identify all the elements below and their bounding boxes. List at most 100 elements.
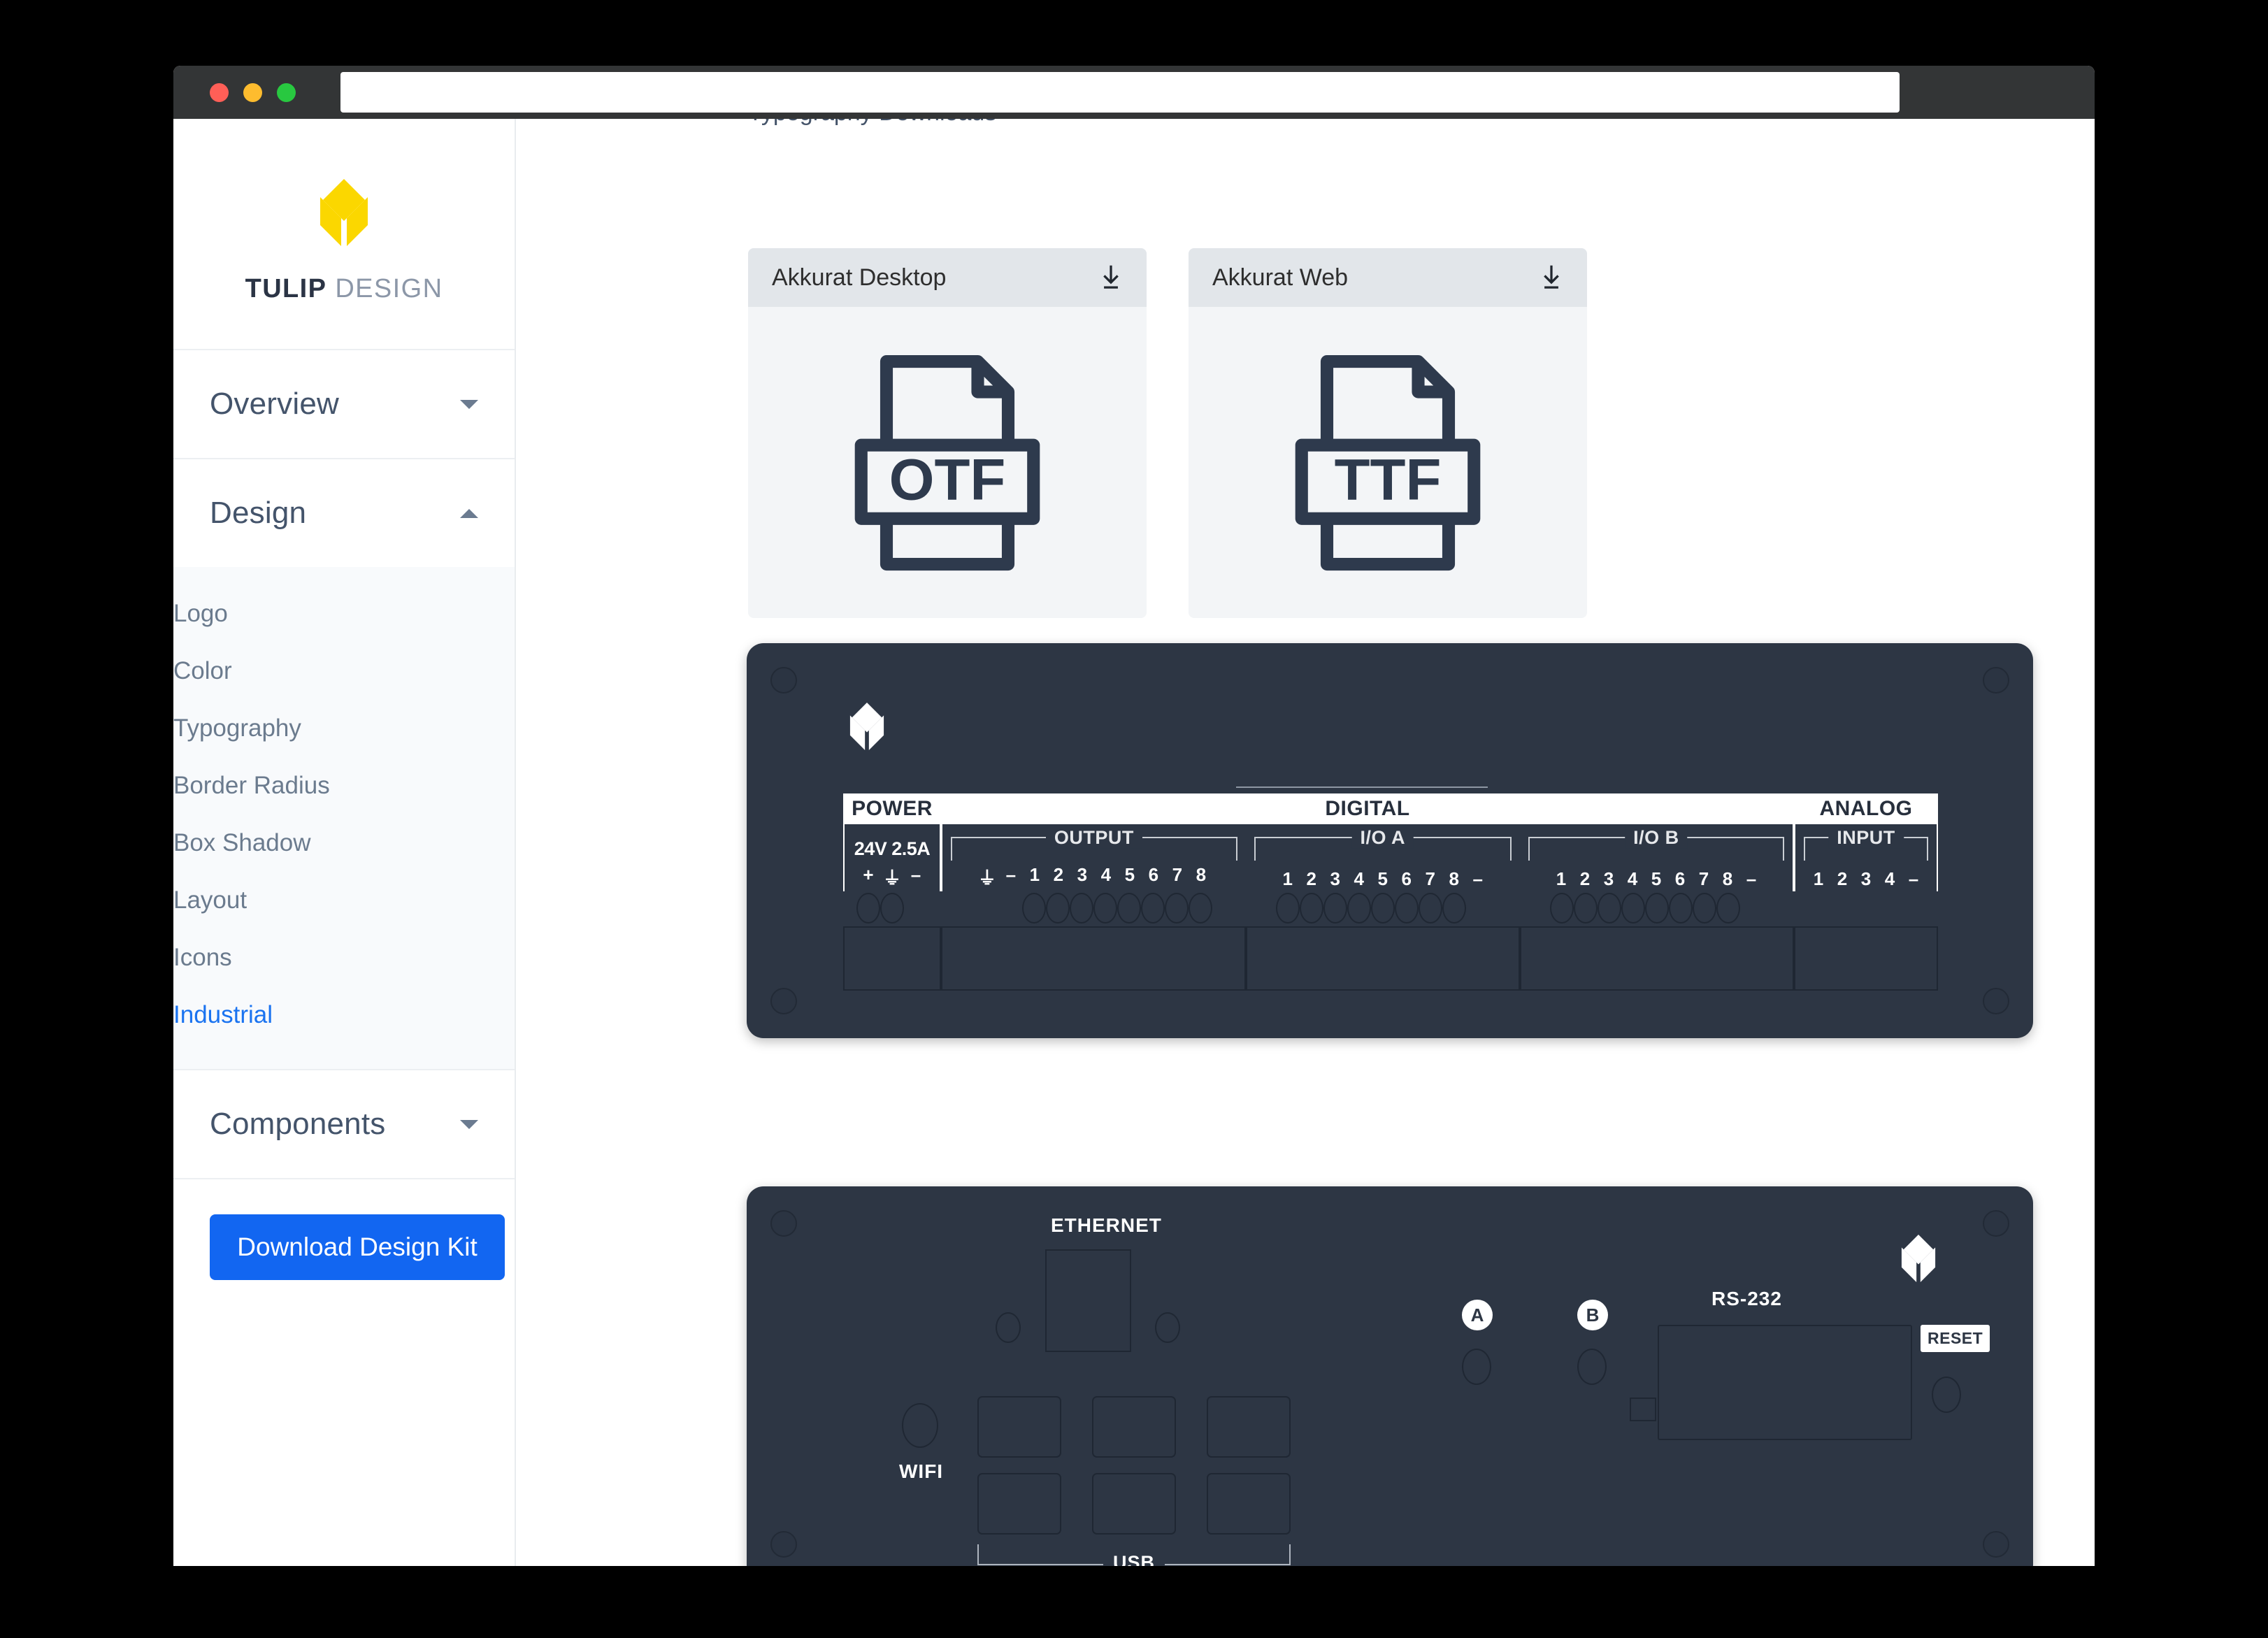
download-icon[interactable]: [1099, 264, 1123, 291]
terminal-hole[interactable]: [1716, 893, 1740, 924]
pin-label: 1: [1029, 864, 1040, 885]
terminal-hole[interactable]: [880, 893, 904, 924]
usb-port[interactable]: [1092, 1396, 1176, 1458]
ethernet-port[interactable]: [1045, 1249, 1131, 1352]
device-front-panel: POWER 24V 2.5A + ⏚ – DIGITAL OUTPUT ⏚ – …: [747, 643, 2033, 1038]
chevron-down-icon: [460, 399, 478, 409]
terminal-hole[interactable]: [1597, 893, 1621, 924]
terminal-hole[interactable]: [1573, 893, 1598, 924]
pin-label: 5: [1124, 864, 1135, 885]
terminal-hole-blank: [1740, 893, 1764, 924]
usb-port[interactable]: [1207, 1473, 1291, 1535]
pin-row: 1 2 3 4 5 6 7 8 –: [1246, 868, 1520, 890]
otf-file-icon: OTF: [854, 354, 1040, 570]
pin-label: 3: [1077, 864, 1088, 885]
sidebar-item-icons[interactable]: Icons: [173, 929, 515, 986]
nav-group-header-design[interactable]: Design: [173, 459, 515, 567]
terminal-hole[interactable]: [1045, 893, 1070, 924]
terminal-hole[interactable]: [1442, 893, 1466, 924]
terminal-hole[interactable]: [1549, 893, 1574, 924]
reset-button[interactable]: RESET: [1921, 1325, 1990, 1352]
terminal-hole[interactable]: [1370, 893, 1395, 924]
terminal-hole[interactable]: [1644, 893, 1669, 924]
rs232-label: RS-232: [1711, 1288, 1782, 1309]
terminal-hole[interactable]: [1299, 893, 1323, 924]
sidebar-item-typography[interactable]: Typography: [173, 700, 515, 757]
tulip-logo-icon: [849, 703, 884, 750]
brand-name-primary: TULIP: [245, 274, 327, 303]
antenna-connector-b[interactable]: [1577, 1349, 1607, 1385]
terminal-hole[interactable]: [1621, 893, 1645, 924]
terminal-hole-blank: [998, 893, 1022, 924]
brand-block[interactable]: TULIP DESIGN: [173, 119, 515, 350]
rs232-latch: [1630, 1398, 1656, 1421]
pin-row: 1 2 3 4 –: [1795, 868, 1937, 890]
sidebar-item-border-radius[interactable]: Border Radius: [173, 757, 515, 814]
terminal-hole[interactable]: [1021, 893, 1046, 924]
font-card-body: TTF: [1189, 307, 1587, 618]
pin-label: 3: [1603, 868, 1614, 889]
usb-port[interactable]: [1207, 1396, 1291, 1458]
terminal-hole[interactable]: [1275, 893, 1300, 924]
close-window-button[interactable]: [210, 82, 229, 102]
terminal-hole[interactable]: [1668, 893, 1693, 924]
rs232-port[interactable]: [1658, 1325, 1912, 1440]
browser-titlebar: [173, 66, 2095, 119]
screw-icon: [1983, 1210, 2009, 1237]
connector-block[interactable]: [941, 926, 1246, 991]
connector-block[interactable]: [1245, 926, 1520, 991]
maximize-window-button[interactable]: [277, 82, 296, 102]
terminal-hole[interactable]: [1069, 893, 1093, 924]
nav-group-header-overview[interactable]: Overview: [173, 350, 515, 458]
app-body: TULIP DESIGN Overview Design Logo Color: [173, 119, 2095, 1566]
tulip-logo-icon: [1901, 1235, 1936, 1282]
terminal-hole[interactable]: [1117, 893, 1141, 924]
usb-port[interactable]: [1092, 1473, 1176, 1535]
sidebar-item-color[interactable]: Color: [173, 642, 515, 700]
terminal-hole-blank: [1466, 893, 1490, 924]
pin-label: 4: [1884, 868, 1895, 889]
terminal-hole[interactable]: [1394, 893, 1419, 924]
connector-block[interactable]: [1794, 926, 1938, 991]
terminal-hole[interactable]: [1692, 893, 1716, 924]
terminal-hole[interactable]: [1347, 893, 1371, 924]
usb-port[interactable]: [977, 1473, 1061, 1535]
sidebar-item-industrial[interactable]: Industrial: [173, 986, 515, 1044]
terminal-hole[interactable]: [1418, 893, 1442, 924]
sidebar-item-box-shadow[interactable]: Box Shadow: [173, 814, 515, 872]
antenna-connector-a[interactable]: [1462, 1349, 1491, 1385]
nav-group-label-components: Components: [210, 1107, 386, 1141]
usb-label: USB: [1103, 1552, 1165, 1566]
terminal-hole[interactable]: [856, 893, 880, 924]
subgroup-label: OUTPUT: [1045, 826, 1142, 849]
url-input[interactable]: [340, 72, 1900, 113]
minimize-window-button[interactable]: [243, 82, 262, 102]
pin-label: 7: [1172, 864, 1183, 885]
terminal-group-body: 24V 2.5A + ⏚ –: [843, 824, 941, 891]
nav-group-header-components[interactable]: Components: [173, 1070, 515, 1178]
connector-block[interactable]: [843, 926, 941, 991]
terminal-hole[interactable]: [1093, 893, 1117, 924]
subgroup-body: I/O A 1 2 3 4 5 6 7 8 –: [1246, 824, 1520, 891]
download-design-kit-button[interactable]: Download Design Kit: [210, 1214, 505, 1280]
pin-label: 2: [1579, 868, 1591, 889]
wifi-antenna-connector[interactable]: [902, 1403, 938, 1448]
sidebar-item-logo[interactable]: Logo: [173, 585, 515, 642]
download-icon[interactable]: [1539, 264, 1563, 291]
usb-port[interactable]: [977, 1396, 1061, 1458]
nav-sublist-design: Logo Color Typography Border Radius Box …: [173, 567, 515, 1069]
pin-label: 8: [1196, 864, 1207, 885]
sidebar-item-layout[interactable]: Layout: [173, 872, 515, 929]
terminal-hole[interactable]: [1323, 893, 1347, 924]
nav-group-components: Components: [173, 1070, 515, 1179]
terminal-hole-blank: [904, 893, 928, 924]
screw-icon: [770, 1531, 797, 1558]
terminal-hole[interactable]: [1188, 893, 1212, 924]
pin-label: 1: [1556, 868, 1567, 889]
terminal-hole[interactable]: [1140, 893, 1165, 924]
terminal-hole[interactable]: [1164, 893, 1189, 924]
download-kit-wrapper: Download Design Kit: [173, 1179, 515, 1315]
terminal-hole-blank: [975, 893, 998, 924]
connector-block[interactable]: [1519, 926, 1794, 991]
reset-pinhole[interactable]: [1932, 1377, 1961, 1413]
